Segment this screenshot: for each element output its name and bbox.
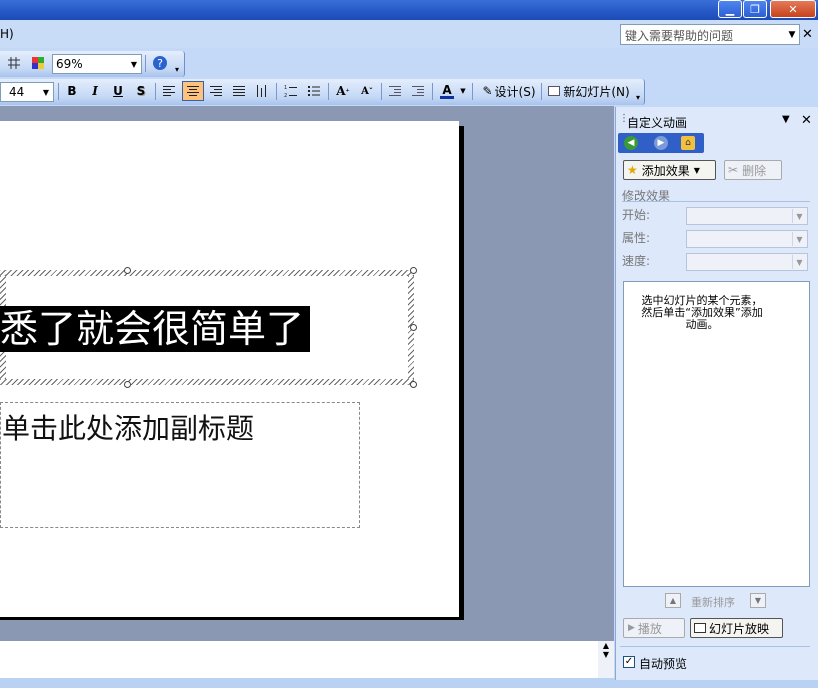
speed-label: 速度: [622, 254, 651, 268]
close-icon[interactable]: ✕ [801, 113, 812, 128]
underline-button[interactable]: U [108, 81, 128, 101]
distribute-icon[interactable] [252, 81, 272, 101]
autopreview-label: 自动预览 [639, 657, 688, 671]
forward-icon[interactable]: ▶ [654, 136, 668, 150]
justify-icon[interactable] [229, 81, 249, 101]
font-color-dropdown-icon[interactable]: ▼ [458, 81, 468, 101]
help-search-input[interactable]: 键入需要帮助的问题 [620, 24, 800, 45]
subtitle-placeholder-text[interactable]: 单击此处添加副标题 [2, 407, 254, 447]
color-grayscale-icon[interactable] [28, 53, 48, 73]
design-icon: ✎ [482, 84, 493, 98]
move-up-icon[interactable]: ▲ [665, 593, 681, 608]
star-icon: ★ [627, 163, 638, 177]
notes-scrollbar[interactable]: ▲ ▼ [598, 641, 614, 678]
slideshow-button[interactable]: 幻灯片放映 [690, 618, 783, 638]
reorder-label: 重新排序 [691, 596, 735, 609]
increase-indent-icon[interactable] [408, 81, 428, 101]
slideshow-icon [694, 623, 706, 633]
resize-handle[interactable] [410, 267, 417, 274]
add-effect-label: 添加效果 [641, 163, 690, 178]
slideshow-label: 幻灯片放映 [709, 621, 770, 636]
animation-list-hint: 选中幻灯片的某个元素，然后单击“添加效果”添加动画。 [641, 294, 763, 331]
menu-help[interactable]: H) [0, 27, 14, 41]
notes-pane[interactable] [0, 640, 614, 678]
decrease-indent-icon[interactable] [385, 81, 405, 101]
remove-label: 删除 [742, 163, 767, 178]
resize-handle[interactable] [124, 381, 131, 388]
align-center-icon[interactable] [182, 81, 204, 101]
help-icon[interactable]: ? [150, 53, 170, 73]
play-label: 播放 [637, 621, 662, 636]
shadow-button[interactable]: S [131, 81, 151, 101]
help-dropdown-arrow-icon[interactable]: ▼ [784, 24, 800, 45]
start-combo[interactable]: ▼ [686, 207, 808, 225]
divider [620, 646, 810, 647]
slide-title-text[interactable]: 悉了就会很简单了 [0, 306, 311, 352]
resize-handle[interactable] [410, 381, 417, 388]
svg-text:1: 1 [284, 85, 287, 91]
task-pane-nav: ◀ ▶ ⌂ [618, 133, 704, 153]
toolbar-options-icon[interactable]: ▾ [175, 65, 179, 74]
design-button[interactable]: ✎ 设计(S) [478, 81, 540, 101]
increase-font-size-icon[interactable]: A ⁺ [332, 81, 354, 101]
play-icon: ▶ [628, 623, 635, 633]
remove-icon: ✂ [728, 163, 739, 177]
back-icon[interactable]: ◀ [624, 136, 638, 150]
restore-button[interactable]: ❐ [743, 0, 767, 18]
chevron-down-icon: ▼ [693, 165, 700, 175]
resize-handle[interactable] [124, 267, 131, 274]
chevron-down-icon[interactable]: ▼ [40, 83, 52, 101]
svg-text:?: ? [157, 57, 163, 70]
align-left-icon[interactable] [159, 81, 179, 101]
new-slide-icon [548, 86, 561, 96]
close-document-button[interactable]: ✕ [802, 27, 813, 42]
italic-button[interactable]: I [85, 81, 105, 101]
grid-icon[interactable] [4, 53, 24, 73]
formatting-toolbar: 44 ▼ B I U S 12 A ⁺ Aˇ A ▼ ✎ 设计(S) 新幻灯片(… [0, 79, 645, 105]
task-pane-header: ⋮ 自定义动画 ▼ ✕ [616, 110, 816, 132]
window-title-bar: ▁ ❐ ✕ [0, 0, 818, 20]
minimize-button[interactable]: ▁ [718, 0, 742, 18]
font-color-button[interactable]: A [436, 81, 458, 101]
add-effect-button[interactable]: ★ 添加效果 ▼ [623, 160, 716, 180]
property-combo[interactable]: ▼ [686, 230, 808, 248]
divider [622, 201, 810, 202]
align-right-icon[interactable] [206, 81, 226, 101]
task-pane-menu-icon[interactable]: ▼ [782, 114, 790, 125]
property-label: 属性: [622, 231, 651, 245]
decrease-font-size-icon[interactable]: Aˇ [356, 81, 378, 101]
numbered-list-icon[interactable]: 12 [281, 81, 301, 101]
new-slide-label: 新幻灯片(N) [563, 84, 630, 99]
close-window-button[interactable]: ✕ [770, 0, 816, 18]
autopreview-checkbox[interactable]: ✓ [623, 656, 635, 668]
design-label: 设计(S) [494, 84, 536, 99]
chevron-down-icon[interactable]: ▼ [127, 55, 141, 73]
task-pane-title: 自定义动画 [627, 116, 688, 130]
remove-effect-button[interactable]: ✂ 删除 [724, 160, 782, 180]
home-icon[interactable]: ⌂ [681, 136, 695, 150]
font-color-label: A [442, 82, 452, 97]
resize-handle[interactable] [410, 324, 417, 331]
start-label: 开始: [622, 208, 651, 222]
play-button[interactable]: ▶ 播放 [623, 618, 685, 638]
bulleted-list-icon[interactable] [304, 81, 324, 101]
new-slide-button[interactable]: 新幻灯片(N) [545, 81, 633, 101]
speed-combo[interactable]: ▼ [686, 253, 808, 271]
bold-button[interactable]: B [62, 81, 82, 101]
toolbar-options-icon[interactable]: ▾ [636, 93, 640, 102]
standard-toolbar: 69% ▼ ? ▾ [0, 51, 185, 77]
svg-text:2: 2 [284, 93, 287, 98]
move-down-icon[interactable]: ▼ [750, 593, 766, 608]
